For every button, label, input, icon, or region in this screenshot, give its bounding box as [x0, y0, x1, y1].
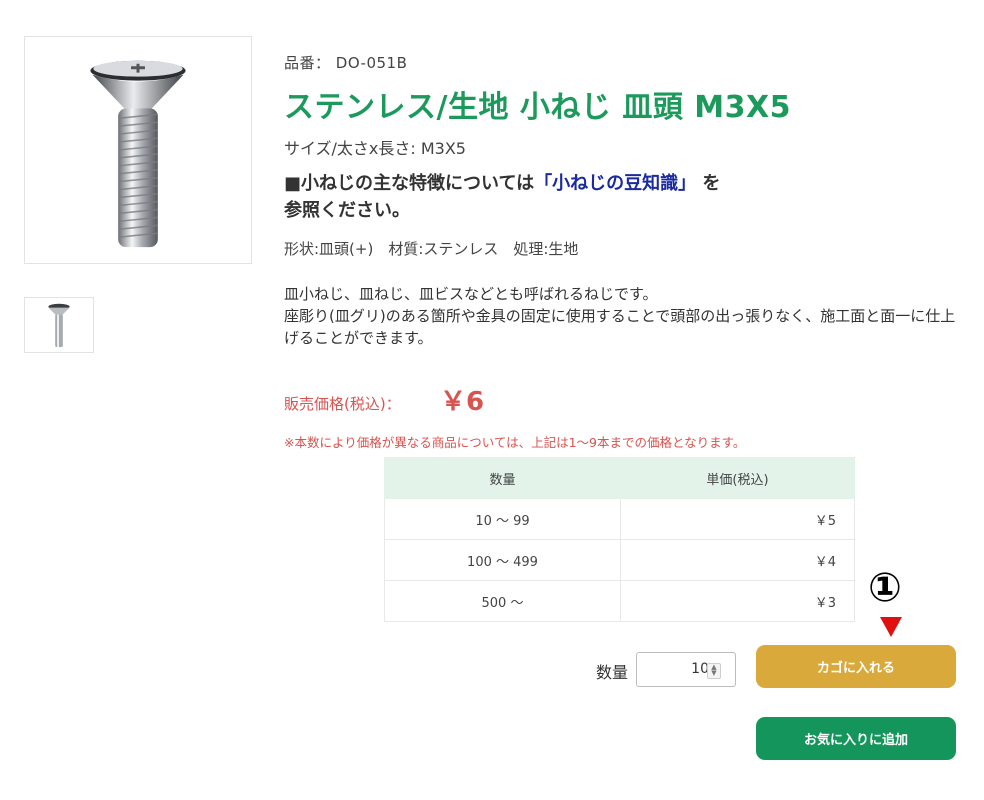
table-row: 500 〜 ￥3 [384, 580, 855, 622]
table-row: 100 〜 499 ￥4 [384, 539, 855, 581]
screw-knowledge-link[interactable]: 「小ねじの豆知識」 [534, 173, 696, 194]
add-to-favorites-button[interactable]: お気に入りに追加 [756, 717, 956, 760]
feature-suffix: を [702, 173, 721, 194]
product-description: 皿小ねじ、皿ねじ、皿ビスなどとも呼ばれるねじです。 座彫り(皿グリ)のある箇所や… [284, 283, 964, 349]
price-label: 販売価格(税込)： [284, 395, 401, 413]
table-cell-price: ￥5 [620, 498, 855, 540]
feature-note: ■小ねじの主な特徴については「小ねじの豆知識」 を 参照ください。 [284, 170, 804, 224]
price-value: ￥6 [440, 387, 485, 417]
table-cell-qty: 10 〜 99 [384, 498, 621, 540]
product-title: ステンレス/生地 小ねじ 皿頭 M3X5 [284, 90, 792, 125]
product-code: 品番： DO-051B [284, 54, 408, 72]
table-header-qty: 数量 [384, 457, 621, 499]
screw-thumbnail [48, 303, 70, 348]
table-cell-price: ￥4 [620, 539, 855, 581]
table-row: 10 〜 99 ￥5 [384, 498, 855, 540]
feature-suffix-line2: 参照ください。 [284, 200, 410, 221]
product-main-image [24, 36, 252, 264]
quantity-input[interactable]: 10 ▲ ▼ [636, 652, 736, 687]
table-header-row: 数量 単価(税込) [384, 457, 855, 499]
product-thumbnail[interactable] [24, 297, 94, 353]
quantity-label: 数量 [596, 663, 629, 682]
down-arrow-icon [880, 617, 902, 637]
product-size: サイズ/太さx長さ: M3X5 [284, 139, 466, 158]
table-cell-price: ￥3 [620, 580, 855, 622]
spinner-icon[interactable]: ▲ ▼ [707, 663, 721, 679]
add-to-cart-button[interactable]: カゴに入れる [756, 645, 956, 688]
volume-price-table: 数量 単価(税込) 10 〜 99 ￥5 100 〜 499 ￥4 500 〜 … [384, 457, 855, 622]
step-marker: ① [868, 565, 902, 611]
table-cell-qty: 500 〜 [384, 580, 621, 622]
product-spec: 形状:皿頭(+) 材質:ステンレス 処理:生地 [284, 240, 579, 258]
table-cell-qty: 100 〜 499 [384, 539, 621, 581]
price-note: ※本数により価格が異なる商品については、上記は1〜9本までの価格となります。 [284, 435, 746, 450]
feature-prefix: ■小ねじの主な特徴については [284, 173, 535, 194]
description-line: 皿小ねじ、皿ねじ、皿ビスなどとも呼ばれるねじです。 [284, 285, 658, 303]
screw-image [90, 60, 186, 248]
description-line: 座彫り(皿グリ)のある箇所や金具の固定に使用することで頭部の出っ張りなく、施工面… [284, 307, 956, 347]
table-header-price: 単価(税込) [620, 457, 855, 499]
